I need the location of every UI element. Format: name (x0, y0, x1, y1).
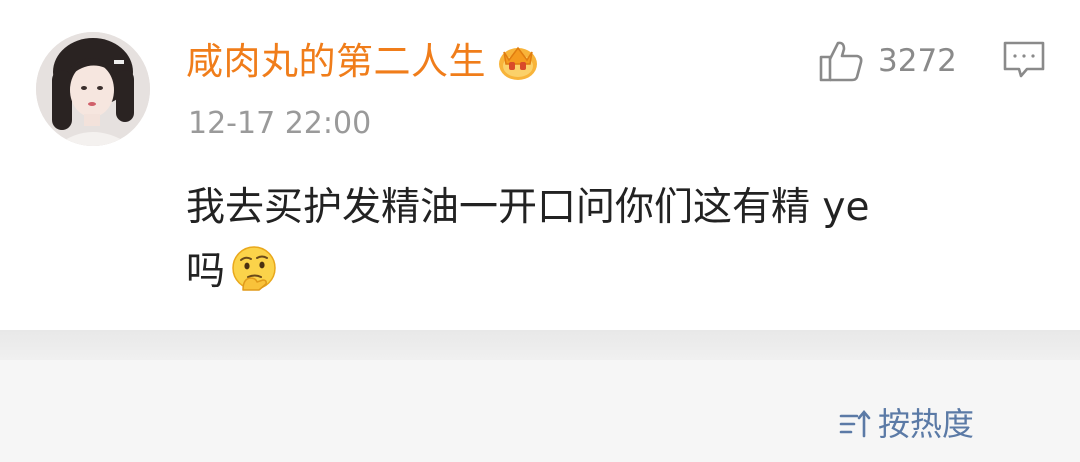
sort-bar: 按热度 (0, 360, 1080, 462)
reply-comment-icon[interactable] (1002, 40, 1046, 80)
crown-badge-icon (496, 42, 540, 82)
like-count: 3272 (878, 43, 957, 79)
comment-text-line-1: 我去买护发精油一开口问你们这有精 ye (186, 185, 870, 230)
comment-card: 咸肉丸的第二人生 12-17 22:00 3272 我去买护发精油一开口问你们这… (0, 0, 1080, 330)
sort-label: 按热度 (878, 405, 975, 443)
sort-by-popularity-button[interactable]: 按热度 (838, 402, 974, 446)
comment-text: 我去买护发精油一开口问你们这有精 ye 吗 (186, 176, 1046, 304)
avatar[interactable] (36, 32, 150, 146)
sort-arrows-icon (838, 408, 872, 440)
username-row: 咸肉丸的第二人生 (186, 36, 540, 88)
username[interactable]: 咸肉丸的第二人生 (186, 36, 486, 88)
thinking-face-emoji-icon (229, 244, 279, 294)
timestamp: 12-17 22:00 (188, 106, 372, 141)
comment-text-line-2-text: 吗 (186, 249, 226, 294)
comment-text-line-2: 吗 (186, 240, 1046, 304)
like-button[interactable]: 3272 (818, 38, 957, 84)
section-divider (0, 330, 1080, 360)
avatar-image (36, 32, 150, 146)
thumbs-up-icon (818, 38, 864, 84)
